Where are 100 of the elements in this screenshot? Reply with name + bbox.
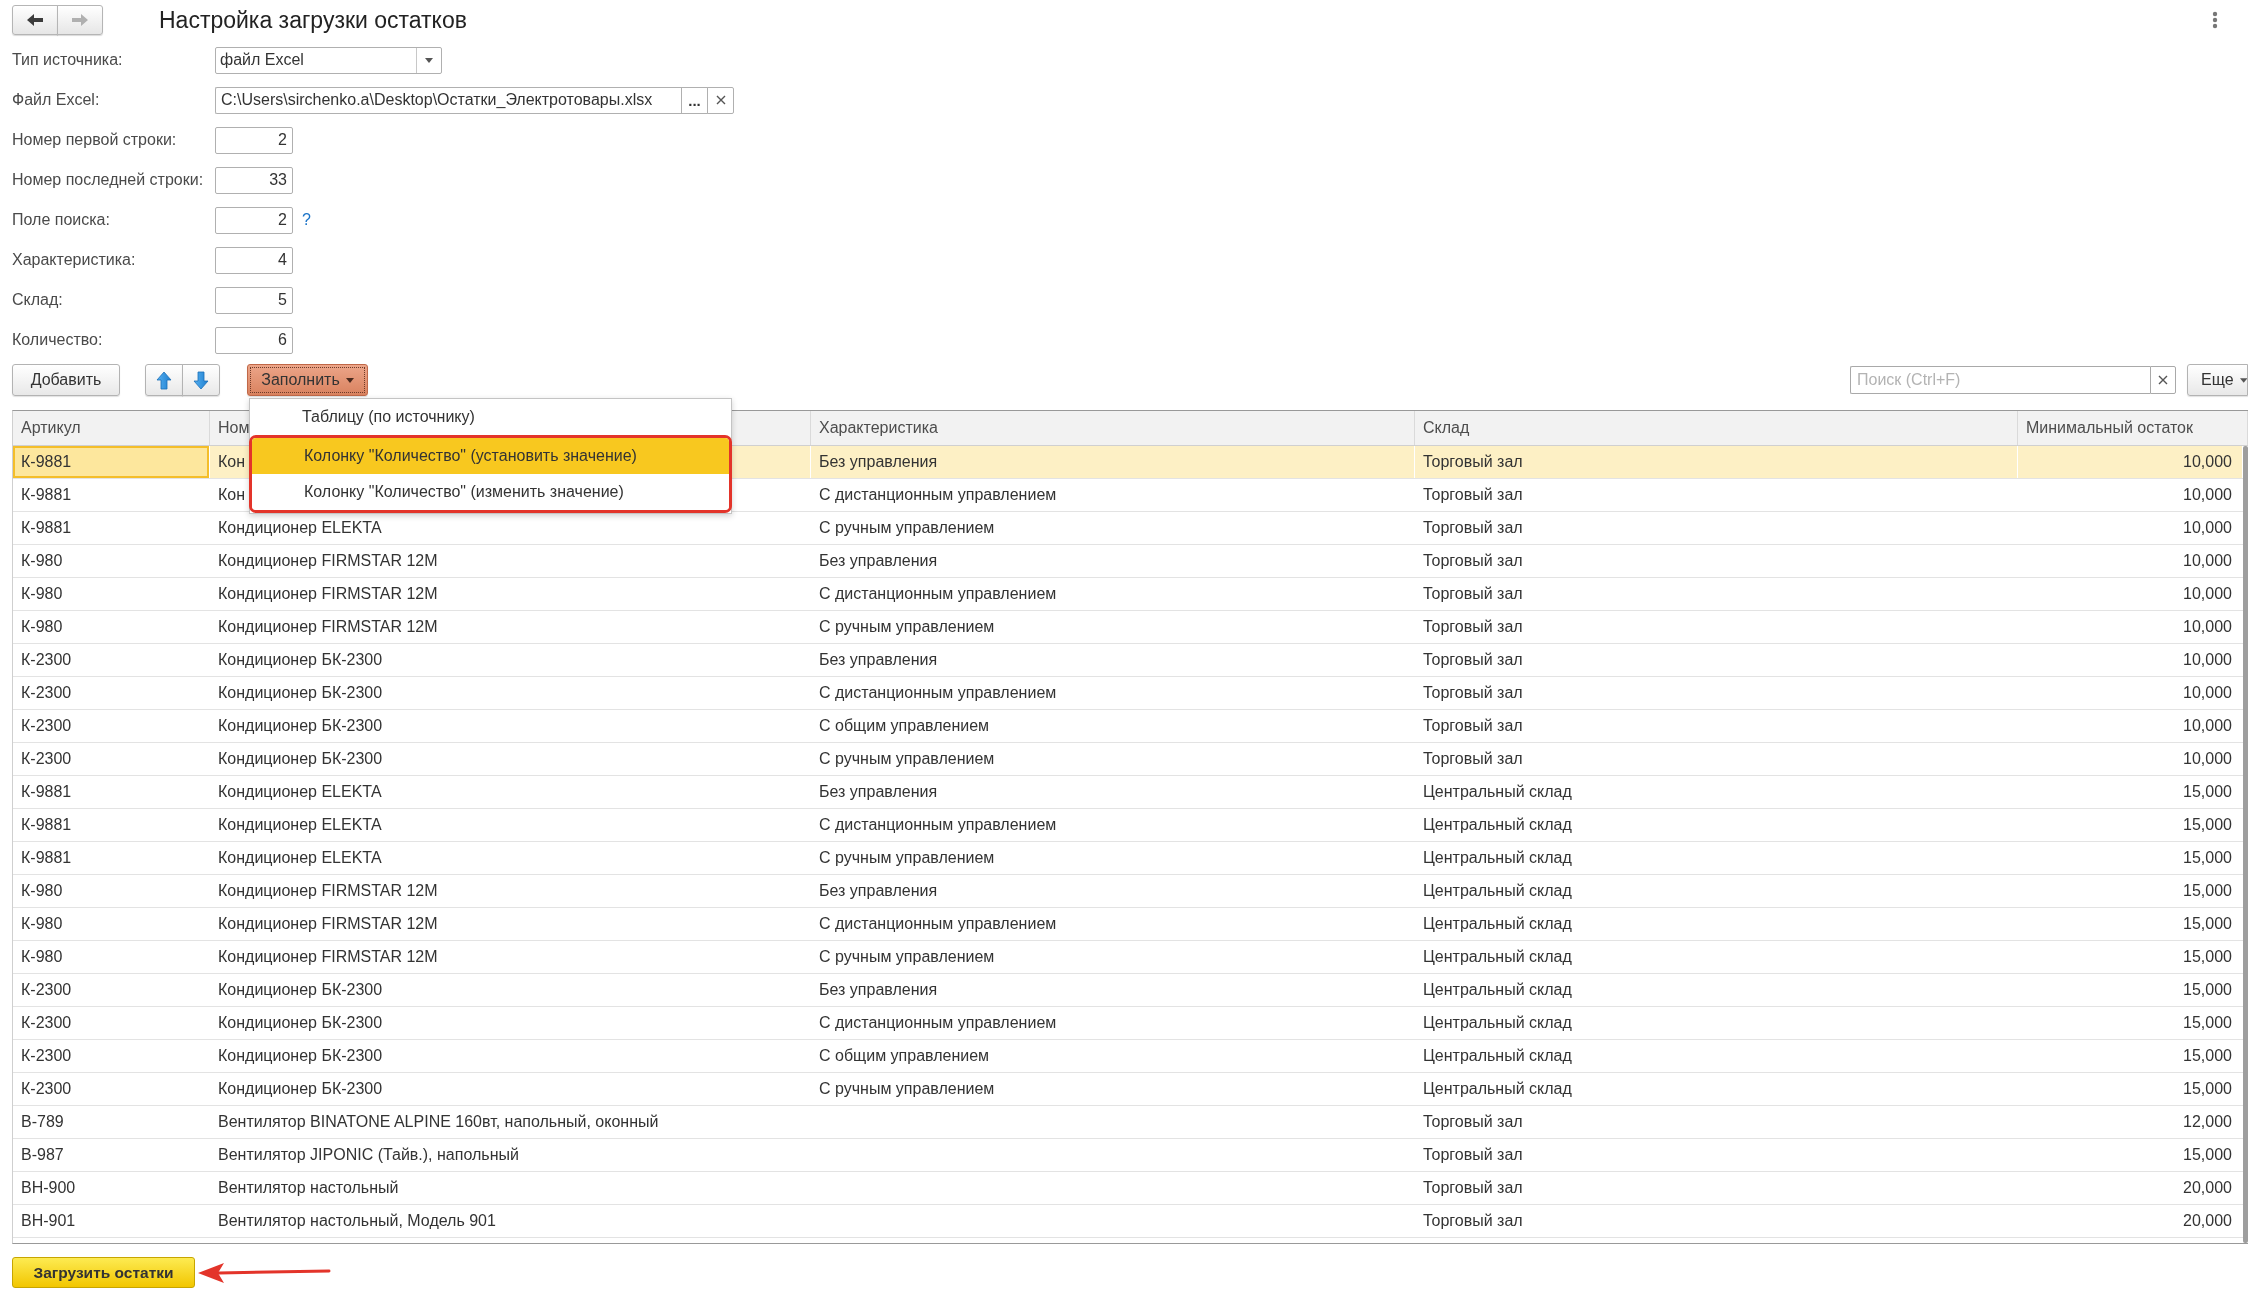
- fill-button[interactable]: Заполнить: [247, 364, 368, 396]
- table-cell: Центральный склад: [1423, 915, 1572, 933]
- more-button[interactable]: Еще: [2187, 364, 2248, 396]
- table-cell: К-2300: [21, 1047, 72, 1065]
- table-cell: Торговый зал: [1423, 552, 1523, 570]
- table-cell: 15,000: [2183, 948, 2232, 966]
- table-cell: Кондиционер БК-2300: [218, 651, 383, 669]
- table-cell: Центральный склад: [1423, 849, 1572, 867]
- table-cell: С ручным управлением: [819, 519, 995, 537]
- table-cell: Торговый зал: [1423, 1212, 1523, 1230]
- table-cell: Кондиционер БК-2300: [218, 1047, 383, 1065]
- number-field[interactable]: 2: [215, 126, 293, 154]
- field-label: Номер первой строки:: [12, 131, 177, 149]
- table-cell: К-980: [21, 882, 63, 900]
- table-cell: 15,000: [2183, 915, 2232, 933]
- table-cell: 20,000: [2183, 1179, 2232, 1197]
- arrow-down-icon: [193, 370, 209, 390]
- menu-item[interactable]: Таблицу (по источнику): [250, 399, 731, 435]
- table-cell: С общим управлением: [819, 717, 990, 735]
- add-button[interactable]: Добавить: [12, 364, 120, 396]
- table-cell: Кондиционер ELEKTA: [218, 783, 382, 801]
- table-cell: Торговый зал: [1423, 618, 1523, 636]
- table-cell: Кондиционер FIRMSTAR 12M: [218, 948, 438, 966]
- number-field[interactable]: 4: [215, 246, 293, 274]
- table-cell: Торговый зал: [1423, 1146, 1523, 1164]
- table-cell: Без управления: [819, 783, 938, 801]
- table-cell: Вентилятор JIPONIC (Тайв.), напольный: [218, 1146, 519, 1164]
- table-cell: К-9881: [21, 783, 72, 801]
- scrollbar[interactable]: [2243, 446, 2248, 1243]
- table-cell: Вентилятор BINATONE ALPINE 160вт, напольный, оконный: [218, 1113, 659, 1131]
- table-cell: Кондиционер ELEKTA: [218, 519, 382, 537]
- column-header[interactable]: Ном: [218, 419, 250, 437]
- column-header[interactable]: Характеристика: [819, 419, 938, 437]
- table-cell: Торговый зал: [1423, 453, 1523, 471]
- table-cell: Центральный склад: [1423, 1014, 1572, 1032]
- table-cell: Кондиционер FIRMSTAR 12M: [218, 585, 438, 603]
- table-cell: 15,000: [2183, 1080, 2232, 1098]
- table-cell: 10,000: [2183, 750, 2232, 768]
- table-cell: Кондиционер FIRMSTAR 12M: [218, 618, 438, 636]
- caret-icon: [345, 377, 354, 383]
- table-cell: Центральный склад: [1423, 1047, 1572, 1065]
- table-cell: Кондиционер FIRMSTAR 12M: [218, 882, 438, 900]
- table-cell: Кондиционер FIRMSTAR 12M: [218, 552, 438, 570]
- table-cell: К-980: [21, 552, 63, 570]
- clear-button[interactable]: [707, 86, 734, 114]
- table-cell: К-2300: [21, 981, 72, 999]
- field-label: Файл Excel:: [12, 91, 100, 109]
- table-cell: С дистанционным управлением: [819, 486, 1057, 504]
- table-cell: Без управления: [819, 981, 938, 999]
- current-cell[interactable]: К-9881: [13, 446, 210, 478]
- table-cell: С ручным управлением: [819, 849, 995, 867]
- table-cell: К-2300: [21, 684, 72, 702]
- table-cell: Без управления: [819, 882, 938, 900]
- table-cell: К-9881: [21, 519, 72, 537]
- table-cell: 10,000: [2183, 717, 2232, 735]
- caret-icon: [425, 57, 433, 63]
- table-cell: 20,000: [2183, 1212, 2232, 1230]
- help-link[interactable]: ?: [302, 211, 311, 229]
- table-cell: Кондиционер БК-2300: [218, 1080, 383, 1098]
- table-cell: Торговый зал: [1423, 1179, 1523, 1197]
- back-button[interactable]: [12, 5, 58, 35]
- move-up-button[interactable]: [145, 364, 183, 396]
- table-cell: Кон: [218, 486, 246, 504]
- menu-item[interactable]: Колонку "Количество" (установить значение): [252, 438, 729, 474]
- table-cell: 10,000: [2183, 453, 2232, 471]
- table-cell: Кондиционер БК-2300: [218, 684, 383, 702]
- table-cell: К-2300: [21, 1080, 72, 1098]
- caret-icon: [2239, 377, 2247, 383]
- more-options-icon[interactable]: [2212, 11, 2218, 29]
- table-cell: 10,000: [2183, 651, 2232, 669]
- source-type-select[interactable]: файл Excel: [215, 46, 442, 74]
- table-cell: Торговый зал: [1423, 717, 1523, 735]
- table-cell: С дистанционным управлением: [819, 684, 1057, 702]
- search-field[interactable]: Поиск (Ctrl+F): [1850, 366, 2150, 394]
- table-cell: С ручным управлением: [819, 750, 995, 768]
- number-field[interactable]: 33: [215, 166, 293, 194]
- table-cell: Кондиционер БК-2300: [218, 1014, 383, 1032]
- load-button[interactable]: Загрузить остатки: [12, 1257, 195, 1288]
- clear-search-button[interactable]: [2150, 366, 2176, 394]
- number-field[interactable]: 5: [215, 286, 293, 314]
- move-down-button[interactable]: [182, 364, 220, 396]
- column-header[interactable]: Артикул: [21, 419, 81, 437]
- table-cell: Кондиционер FIRMSTAR 12M: [218, 915, 438, 933]
- column-header[interactable]: Минимальный остаток: [2026, 419, 2193, 437]
- table-cell: Кон: [218, 453, 246, 471]
- table-cell: С ручным управлением: [819, 948, 995, 966]
- close-icon: [2158, 375, 2168, 385]
- table-cell: С ручным управлением: [819, 618, 995, 636]
- table-cell: 12,000: [2183, 1113, 2232, 1131]
- browse-button[interactable]: ...: [681, 86, 708, 114]
- table-cell: К-2300: [21, 717, 72, 735]
- table-cell: 15,000: [2183, 849, 2232, 867]
- column-header[interactable]: Склад: [1423, 419, 1470, 437]
- table-cell: ВН-900: [21, 1179, 76, 1197]
- number-field[interactable]: 6: [215, 326, 293, 354]
- number-field[interactable]: 2: [215, 206, 293, 234]
- table-cell: К-980: [21, 948, 63, 966]
- file-path-field[interactable]: C:\Users\sirchenko.a\Desktop\Остатки_Электротовары.xlsx: [215, 86, 681, 114]
- table-cell: 15,000: [2183, 1014, 2232, 1032]
- table-cell: К-980: [21, 618, 63, 636]
